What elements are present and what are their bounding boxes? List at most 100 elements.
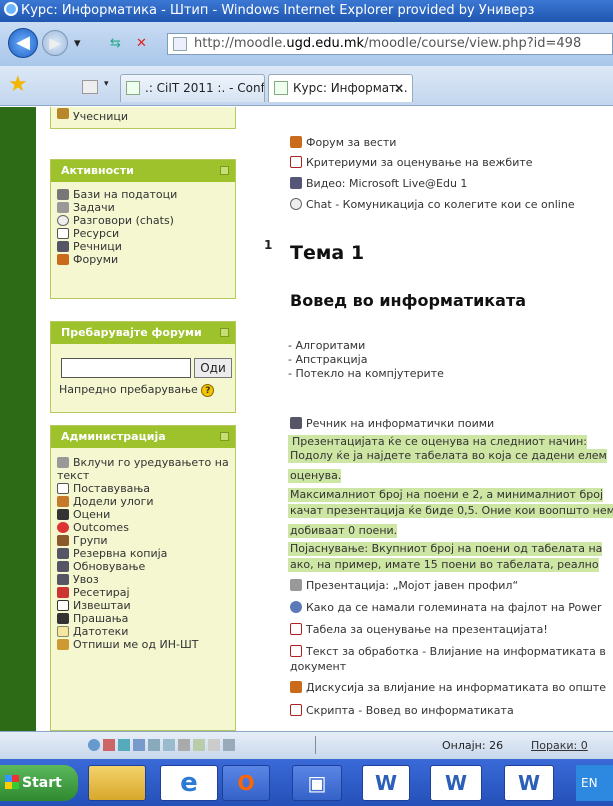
item-label: Оцени: [73, 508, 111, 521]
favorites-star-icon[interactable]: ★: [8, 72, 28, 97]
language-indicator[interactable]: EN: [576, 765, 613, 801]
admin-outcomes[interactable]: Outcomes: [51, 521, 235, 534]
help-icon[interactable]: ?: [201, 384, 215, 397]
link-glossary[interactable]: Речник на информатички поими: [290, 417, 494, 430]
left-border-strip: [0, 107, 36, 731]
link-text-processing[interactable]: Текст за обработка - Влијание на информа…: [290, 645, 606, 658]
history-dropdown-icon[interactable]: ▾: [74, 36, 81, 51]
item-label: Поставувања: [73, 482, 151, 495]
close-tab-icon[interactable]: ×: [394, 75, 404, 101]
refresh-icon[interactable]: ⇆: [110, 36, 121, 51]
link-chat[interactable]: Chat - Комуникација со колегите кои се o…: [290, 198, 575, 211]
folder-taskbar-icon[interactable]: [88, 765, 146, 801]
windows-taskbar: Start e O ▣ W W W EN: [0, 759, 613, 806]
forward-button[interactable]: ▶: [42, 30, 68, 56]
item-label: Разговори (chats): [73, 214, 174, 227]
tab-list-dropdown-icon[interactable]: ▾: [104, 79, 109, 89]
activity-databases[interactable]: Бази на податоци: [51, 188, 235, 201]
admin-unenrol[interactable]: Отпиши ме од ИН-ШТ: [51, 638, 235, 651]
message-icon[interactable]: [163, 739, 175, 751]
link-text-processing-cont[interactable]: документ: [290, 660, 346, 673]
word-taskbar-icon[interactable]: W: [430, 765, 482, 801]
start-button[interactable]: Start: [0, 765, 78, 801]
link-reduce-size[interactable]: Како да се намали големината на фајлот н…: [290, 601, 602, 614]
stats-icon[interactable]: [208, 739, 220, 751]
link-grading-table[interactable]: Табела за оценување на презентацијата!: [290, 623, 548, 636]
activity-chats[interactable]: Разговори (chats): [51, 214, 235, 227]
collapse-icon[interactable]: [220, 328, 229, 337]
link-discussion[interactable]: Дискусија за влијание на информатиката в…: [290, 681, 606, 694]
admin-grades[interactable]: Оцени: [51, 508, 235, 521]
search-input[interactable]: [61, 358, 191, 378]
activity-glossaries[interactable]: Речници: [51, 240, 235, 253]
restore-icon: [57, 561, 69, 572]
collapse-icon[interactable]: [220, 432, 229, 441]
link-label: Видео: Microsoft Live@Edu 1: [306, 177, 468, 190]
participants-link[interactable]: Учесници: [51, 107, 235, 123]
admin-edit-toggle-cont[interactable]: текст: [51, 469, 235, 482]
admin-assign-roles[interactable]: Додели улоги: [51, 495, 235, 508]
search-go-button[interactable]: Оди: [194, 358, 232, 378]
chat-icon[interactable]: [148, 739, 160, 751]
admin-files[interactable]: Датотеки: [51, 625, 235, 638]
admin-reset[interactable]: Ресетирај: [51, 586, 235, 599]
search-icon[interactable]: [223, 739, 235, 751]
link-label: Chat - Комуникација со колегите кои се o…: [306, 198, 575, 211]
item-label: Бази на податоци: [73, 188, 178, 201]
admin-edit-toggle[interactable]: Вклучи го уредувањето на: [51, 456, 235, 469]
pdf-icon: [290, 645, 302, 657]
word-taskbar-icon[interactable]: W: [362, 765, 410, 801]
advanced-search-link[interactable]: Напредно пребарување ?: [59, 383, 215, 397]
glossary-icon: [57, 241, 69, 252]
admin-questions[interactable]: Прашања: [51, 612, 235, 625]
tab-ciit[interactable]: .: CiIT 2011 :. - Conf...: [120, 74, 265, 102]
reports-icon: [57, 600, 69, 611]
activity-forums[interactable]: Форуми: [51, 253, 235, 266]
admin-settings[interactable]: Поставувања: [51, 482, 235, 495]
item-label: Форуми: [73, 253, 119, 266]
grades-icon: [57, 509, 69, 520]
administration-block: Администрација Вклучи го уредувањето на …: [50, 425, 236, 731]
address-input[interactable]: http://moodle.ugd.edu.mk/moodle/course/v…: [167, 33, 613, 55]
back-button[interactable]: ◀: [8, 28, 38, 58]
administration-header: Администрација: [51, 426, 235, 448]
tab-course[interactable]: Курс: Информат... ×: [268, 74, 413, 102]
link-label: Дискусија за влијание на информатиката в…: [306, 681, 606, 694]
calendar-icon[interactable]: [133, 739, 145, 751]
admin-groups[interactable]: Групи: [51, 534, 235, 547]
app-taskbar-icon[interactable]: ▣: [292, 765, 342, 801]
admin-restore[interactable]: Обновување: [51, 560, 235, 573]
activity-assignments[interactable]: Задачи: [51, 201, 235, 214]
link-presentation[interactable]: Презентација: „Мојот јавен профил“: [290, 579, 518, 592]
address-toolbar: ◀ ▶ ▾ ⇆ ✕ http://moodle.ugd.edu.mk/moodl…: [0, 22, 613, 66]
window-title: Курс: Информатика - Штип - Windows Inter…: [21, 3, 535, 18]
search-header: Пребарувајте форуми: [51, 322, 235, 344]
quick-tabs-icon[interactable]: [82, 80, 98, 94]
doc-icon[interactable]: [193, 739, 205, 751]
admin-backup[interactable]: Резервна копија: [51, 547, 235, 560]
link-video[interactable]: Видео: Microsoft Live@Edu 1: [290, 177, 467, 190]
highlight-line: качат презентација ќе биде 0,5. Оние кои…: [288, 504, 613, 518]
activity-resources[interactable]: Ресурси: [51, 227, 235, 240]
glossary-icon: [290, 417, 302, 429]
window-title-bar: Курс: Информатика - Штип - Windows Inter…: [0, 0, 613, 22]
collapse-icon[interactable]: [220, 166, 229, 175]
user-icon[interactable]: [88, 739, 100, 751]
url-domain: ugd.edu.mk: [286, 36, 365, 51]
messages-link[interactable]: Пораки: 0: [531, 739, 588, 752]
word-taskbar-icon[interactable]: W: [504, 765, 554, 801]
admin-import[interactable]: Увоз: [51, 573, 235, 586]
profile-icon[interactable]: [103, 739, 115, 751]
admin-reports[interactable]: Извештаи: [51, 599, 235, 612]
link-news-forum[interactable]: Форум за вести: [290, 136, 396, 149]
link-criteria[interactable]: Критериуми за оценување на вежбите: [290, 156, 533, 169]
link-script[interactable]: Скрипта - Вовед во информатиката: [290, 704, 514, 717]
outlook-taskbar-icon[interactable]: O: [222, 765, 270, 801]
reset-icon: [57, 587, 69, 598]
divider: [315, 736, 316, 754]
tools-icon[interactable]: [178, 739, 190, 751]
stop-icon[interactable]: ✕: [136, 36, 147, 51]
mail-icon[interactable]: [118, 739, 130, 751]
topic-title: Тема 1: [290, 242, 365, 264]
ie-taskbar-icon[interactable]: e: [160, 765, 218, 801]
